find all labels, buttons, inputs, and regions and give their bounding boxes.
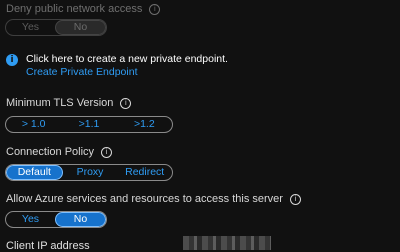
allow-azure-services-label: Allow Azure services and resources to ac…: [6, 193, 301, 205]
info-icon[interactable]: i: [120, 97, 132, 109]
tls-version-selector[interactable]: > 1.0 >1.1 >1.2: [5, 116, 173, 133]
tls-1-1-option[interactable]: >1.1: [61, 117, 116, 132]
connection-policy-redirect-option[interactable]: Redirect: [117, 165, 172, 180]
deny-public-no-option[interactable]: No: [55, 20, 106, 35]
deny-public-yes-option[interactable]: Yes: [6, 20, 55, 35]
connection-policy-selector[interactable]: Default Proxy Redirect: [5, 164, 173, 181]
allow-azure-no-option[interactable]: No: [55, 212, 106, 227]
allow-azure-yes-option[interactable]: Yes: [6, 212, 55, 227]
private-endpoint-message[interactable]: Click here to create a new private endpo…: [26, 53, 228, 66]
tls-1-0-option[interactable]: > 1.0: [6, 117, 61, 132]
deny-public-label-text: Deny public network access: [6, 3, 143, 15]
deny-public-toggle[interactable]: Yes No: [5, 19, 107, 36]
info-icon[interactable]: i: [101, 146, 113, 158]
tls-1-2-option[interactable]: >1.2: [117, 117, 172, 132]
client-ip-value-redacted: [183, 236, 271, 250]
connection-policy-default-option[interactable]: Default: [6, 165, 63, 180]
client-ip-address-label: Client IP address: [6, 240, 90, 252]
info-filled-icon: i: [6, 54, 18, 66]
allow-azure-label-text: Allow Azure services and resources to ac…: [6, 193, 283, 205]
connection-policy-label-text: Connection Policy: [6, 146, 95, 158]
allow-azure-toggle[interactable]: Yes No: [5, 211, 107, 228]
minimum-tls-version-label: Minimum TLS Version i: [6, 97, 132, 109]
info-icon[interactable]: i: [149, 3, 161, 15]
private-endpoint-banner: i Click here to create a new private end…: [6, 53, 228, 79]
create-private-endpoint-link[interactable]: Create Private Endpoint: [26, 66, 228, 79]
connection-policy-proxy-option[interactable]: Proxy: [63, 165, 118, 180]
client-ip-label-text: Client IP address: [6, 240, 90, 252]
deny-public-network-access-label: Deny public network access i: [6, 3, 161, 15]
info-icon[interactable]: i: [289, 193, 301, 205]
connection-policy-label: Connection Policy i: [6, 146, 113, 158]
tls-label-text: Minimum TLS Version: [6, 97, 114, 109]
